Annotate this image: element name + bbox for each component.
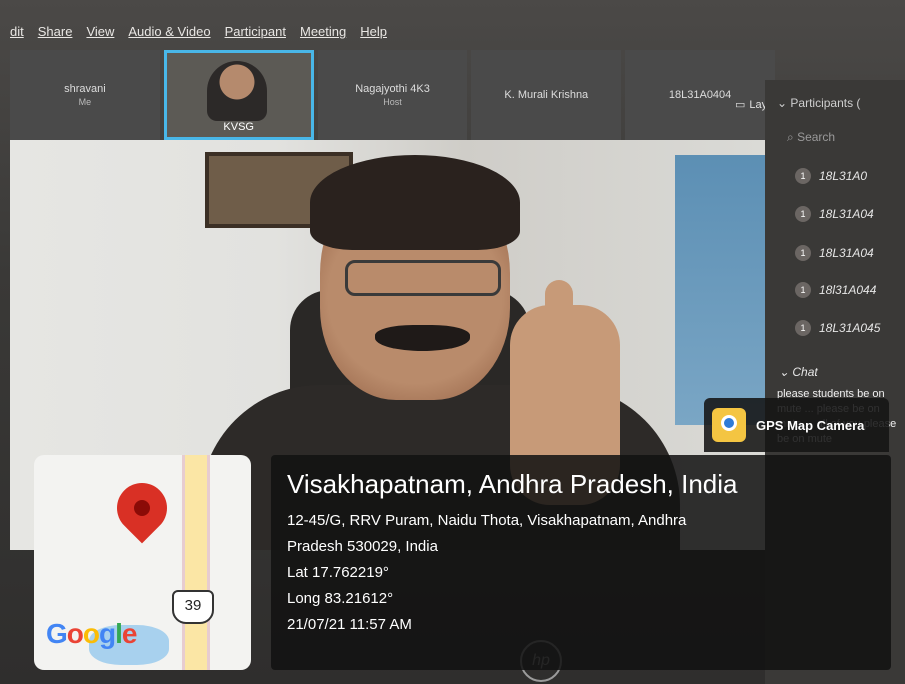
menu-share[interactable]: Share bbox=[38, 24, 73, 39]
participant-row[interactable]: 1 18L31A0 bbox=[795, 168, 867, 184]
layout-icon: ▭ bbox=[735, 99, 746, 111]
thumb-murali-krishna[interactable]: K. Murali Krishna bbox=[471, 50, 622, 140]
menu-audio-video[interactable]: Audio & Video bbox=[128, 24, 210, 39]
camera-pin-icon bbox=[712, 408, 746, 442]
participant-badge: 1 bbox=[795, 320, 811, 336]
thumb-18l31a0404[interactable]: 18L31A0404 bbox=[625, 50, 775, 140]
speaker-hair bbox=[310, 155, 520, 250]
address-line-2: Pradesh 530029, India bbox=[287, 538, 438, 555]
speaker-glasses bbox=[345, 260, 501, 296]
participant-video bbox=[206, 61, 267, 121]
thumb-sub: Me bbox=[78, 97, 92, 107]
datetime: 21/07/21 11:57 AM bbox=[287, 616, 412, 633]
thumb-name: KVSG bbox=[223, 121, 254, 133]
gps-label: GPS Map Camera bbox=[756, 417, 865, 433]
participant-badge: 1 bbox=[795, 168, 811, 184]
participant-badge: 1 bbox=[795, 282, 811, 298]
window bbox=[675, 155, 765, 425]
location-pin-icon bbox=[106, 472, 178, 544]
thumb-shravani[interactable]: shravani Me bbox=[10, 50, 160, 140]
speaker-finger bbox=[545, 280, 573, 370]
thumb-name: K. Murali Krishna bbox=[504, 89, 589, 101]
map-thumbnail: 39 Google bbox=[34, 455, 251, 670]
participants-title: ⌄ Participants ( bbox=[777, 96, 861, 110]
video-thumbnails: shravani Me KVSG Nagajyothi 4K3 Host K. … bbox=[10, 50, 775, 142]
gps-map-camera-badge: GPS Map Camera bbox=[704, 398, 889, 452]
menu-participant[interactable]: Participant bbox=[225, 24, 286, 39]
latitude: Lat 17.762219° bbox=[287, 564, 389, 581]
route-shield: 39 bbox=[172, 590, 214, 624]
speaker-mustache bbox=[375, 325, 470, 351]
thumb-name: 18L31A0404 bbox=[668, 89, 732, 101]
participant-row[interactable]: 1 18l31A044 bbox=[795, 282, 876, 298]
thumb-name: Nagajyothi 4K3 bbox=[355, 83, 430, 95]
thumb-kvsg[interactable]: KVSG bbox=[163, 50, 314, 140]
chat-title: ⌄ Chat bbox=[779, 365, 818, 379]
menu-help[interactable]: Help bbox=[360, 24, 387, 39]
longitude: Long 83.21612° bbox=[287, 590, 394, 607]
thumb-nagajyothi[interactable]: Nagajyothi 4K3 Host bbox=[317, 50, 468, 140]
location-city: Visakhapatnam, Andhra Pradesh, India bbox=[287, 469, 738, 499]
participants-search[interactable]: ⌕ Search bbox=[787, 130, 835, 145]
participant-row[interactable]: 1 18L31A04 bbox=[795, 245, 874, 261]
menu-edit[interactable]: dit bbox=[10, 24, 24, 39]
location-info: Visakhapatnam, Andhra Pradesh, India 12-… bbox=[271, 455, 891, 670]
thumb-sub: Host bbox=[383, 97, 402, 107]
highway bbox=[182, 455, 210, 670]
menu-meeting[interactable]: Meeting bbox=[300, 24, 346, 39]
address-line-1: 12-45/G, RRV Puram, Naidu Thota, Visakha… bbox=[287, 512, 687, 529]
thumb-name: shravani bbox=[64, 83, 106, 95]
menu-view[interactable]: View bbox=[86, 24, 114, 39]
menu-bar: dit Share View Audio & Video Participant… bbox=[0, 18, 905, 44]
participant-row[interactable]: 1 18L31A045 bbox=[795, 320, 880, 336]
google-logo: Google bbox=[46, 618, 137, 649]
participant-row[interactable]: 1 18L31A04 bbox=[795, 206, 874, 222]
participant-badge: 1 bbox=[795, 245, 811, 261]
participant-badge: 1 bbox=[795, 206, 811, 222]
